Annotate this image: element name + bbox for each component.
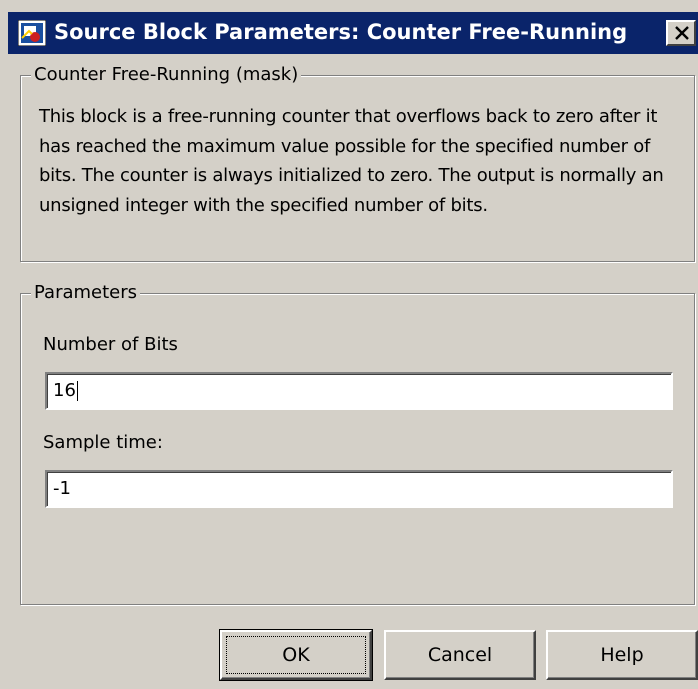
cancel-button[interactable]: Cancel bbox=[384, 630, 536, 680]
title-bar[interactable]: Source Block Parameters: Counter Free-Ru… bbox=[8, 12, 698, 54]
parameters-group: Parameters Number of Bits 16 Sample time… bbox=[20, 283, 695, 605]
close-button[interactable] bbox=[666, 20, 696, 46]
focus-rectangle bbox=[226, 636, 366, 674]
window-title: Source Block Parameters: Counter Free-Ru… bbox=[54, 20, 628, 44]
description-group: Counter Free-Running (mask) This block i… bbox=[20, 65, 695, 262]
sample-time-label: Sample time: bbox=[43, 432, 163, 453]
sample-time-value: -1 bbox=[53, 478, 71, 499]
help-button[interactable]: Help bbox=[546, 630, 698, 680]
close-icon bbox=[675, 26, 689, 40]
block-description: This block is a free-running counter tha… bbox=[39, 106, 664, 216]
ok-button[interactable]: OK bbox=[219, 629, 373, 681]
parameters-group-legend: Parameters bbox=[31, 283, 141, 303]
description-group-legend: Counter Free-Running (mask) bbox=[31, 65, 302, 85]
number-of-bits-value: 16 bbox=[53, 380, 76, 401]
cancel-button-label: Cancel bbox=[427, 644, 493, 666]
help-button-label: Help bbox=[600, 644, 644, 666]
number-of-bits-label: Number of Bits bbox=[43, 334, 178, 355]
number-of-bits-input[interactable]: 16 bbox=[45, 372, 673, 410]
simulink-block-icon bbox=[17, 19, 47, 47]
text-caret bbox=[76, 381, 78, 401]
sample-time-input[interactable]: -1 bbox=[45, 470, 673, 508]
